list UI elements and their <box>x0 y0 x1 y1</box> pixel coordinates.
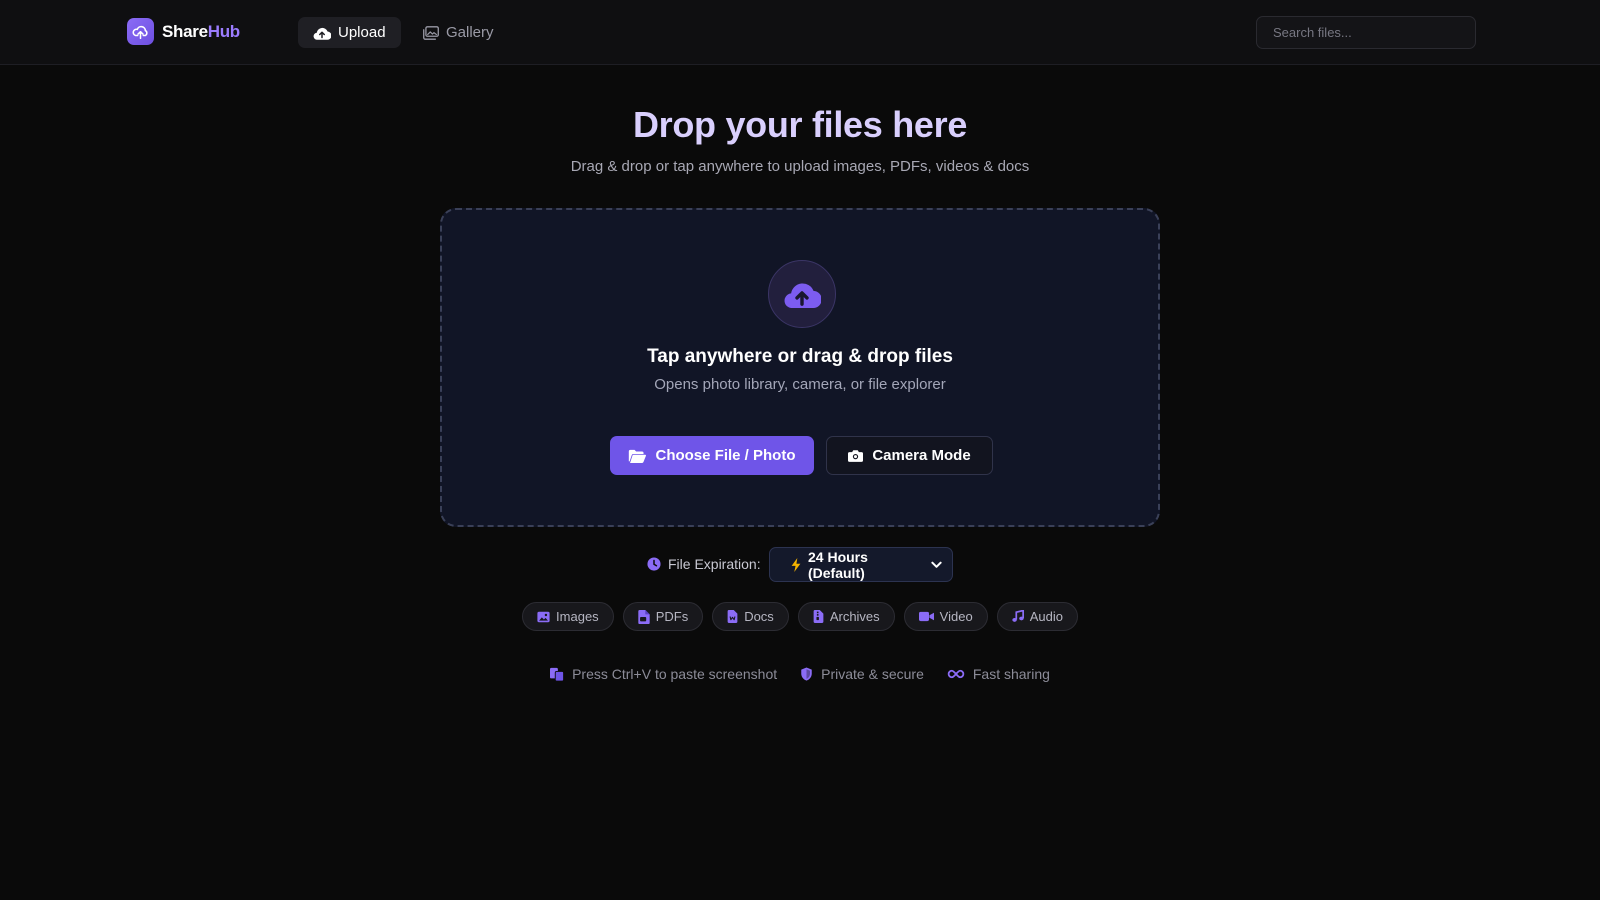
clock-icon <box>647 557 661 571</box>
camera-mode-label: Camera Mode <box>872 447 971 464</box>
chip-pdfs[interactable]: PDFs <box>622 602 704 631</box>
doc-file-icon <box>727 610 738 623</box>
brand-name: ShareHub <box>162 22 240 42</box>
choose-file-label: Choose File / Photo <box>655 447 796 464</box>
cloud-upload-icon <box>783 280 821 308</box>
hint-fast: Fast sharing <box>947 666 1050 682</box>
page-subtitle: Drag & drop or tap anywhere to upload im… <box>570 158 1030 175</box>
chip-images[interactable]: Images <box>522 602 614 631</box>
file-dropzone[interactable]: Tap anywhere or drag & drop files Opens … <box>440 208 1160 527</box>
chip-video-label: Video <box>939 609 973 624</box>
cloud-upload-logo-icon <box>127 18 154 45</box>
page-title: Drop your files here <box>632 104 968 145</box>
tab-upload[interactable]: Upload <box>298 17 401 48</box>
top-navigation-bar: ShareHub Upload Gallery <box>0 0 1600 65</box>
chip-pdfs-label: PDFs <box>655 609 689 624</box>
brand-name-part1: Share <box>162 21 208 41</box>
shield-icon <box>800 667 813 681</box>
pdf-file-icon <box>638 609 650 624</box>
chip-docs-label: Docs <box>744 609 774 624</box>
feature-hints: Press Ctrl+V to paste screenshot Private… <box>0 666 1600 682</box>
chip-audio-label: Audio <box>1029 609 1063 624</box>
chip-video[interactable]: Video <box>903 602 988 631</box>
brand-name-part2: Hub <box>207 21 240 41</box>
chip-archives[interactable]: Archives <box>797 602 895 631</box>
lightning-icon <box>790 557 802 572</box>
chevron-down-icon <box>931 561 942 569</box>
folder-open-icon <box>628 449 647 463</box>
video-icon <box>918 611 934 622</box>
file-expiration-label: File Expiration: <box>647 556 761 572</box>
hint-secure: Private & secure <box>800 666 924 682</box>
images-icon <box>423 25 439 40</box>
chip-images-label: Images <box>556 609 599 624</box>
choose-file-button[interactable]: Choose File / Photo <box>610 436 814 475</box>
tab-upload-label: Upload <box>338 24 386 41</box>
expiration-select[interactable]: 24 Hours (Default) <box>769 547 953 582</box>
camera-mode-button[interactable]: Camera Mode <box>826 436 993 475</box>
camera-icon <box>848 449 864 462</box>
clipboard-paste-icon <box>550 667 565 681</box>
hint-secure-text: Private & secure <box>821 666 924 682</box>
file-type-chips: Images PDFs Docs Archives Video Audio <box>0 602 1600 631</box>
upload-icon-circle <box>768 260 836 328</box>
brand[interactable]: ShareHub <box>127 18 240 45</box>
hint-paste: Press Ctrl+V to paste screenshot <box>550 666 777 682</box>
cloud-upload-icon <box>313 26 331 40</box>
chip-archives-label: Archives <box>829 609 880 624</box>
hint-fast-text: Fast sharing <box>972 666 1050 682</box>
archive-file-icon <box>813 610 824 623</box>
image-icon <box>537 611 550 623</box>
chip-docs[interactable]: Docs <box>712 602 789 631</box>
tab-gallery-label: Gallery <box>446 24 494 41</box>
expiration-selected-value: 24 Hours (Default) <box>808 548 868 581</box>
file-expiration-text: File Expiration: <box>668 556 761 572</box>
dropzone-title: Tap anywhere or drag & drop files <box>647 346 953 367</box>
tab-gallery[interactable]: Gallery <box>408 17 509 48</box>
search-input[interactable] <box>1256 16 1476 49</box>
dropzone-subtitle: Opens photo library, camera, or file exp… <box>654 376 946 393</box>
chip-audio[interactable]: Audio <box>996 602 1078 631</box>
infinity-icon <box>947 669 965 679</box>
hint-paste-text: Press Ctrl+V to paste screenshot <box>572 666 778 682</box>
music-icon <box>1012 610 1024 623</box>
